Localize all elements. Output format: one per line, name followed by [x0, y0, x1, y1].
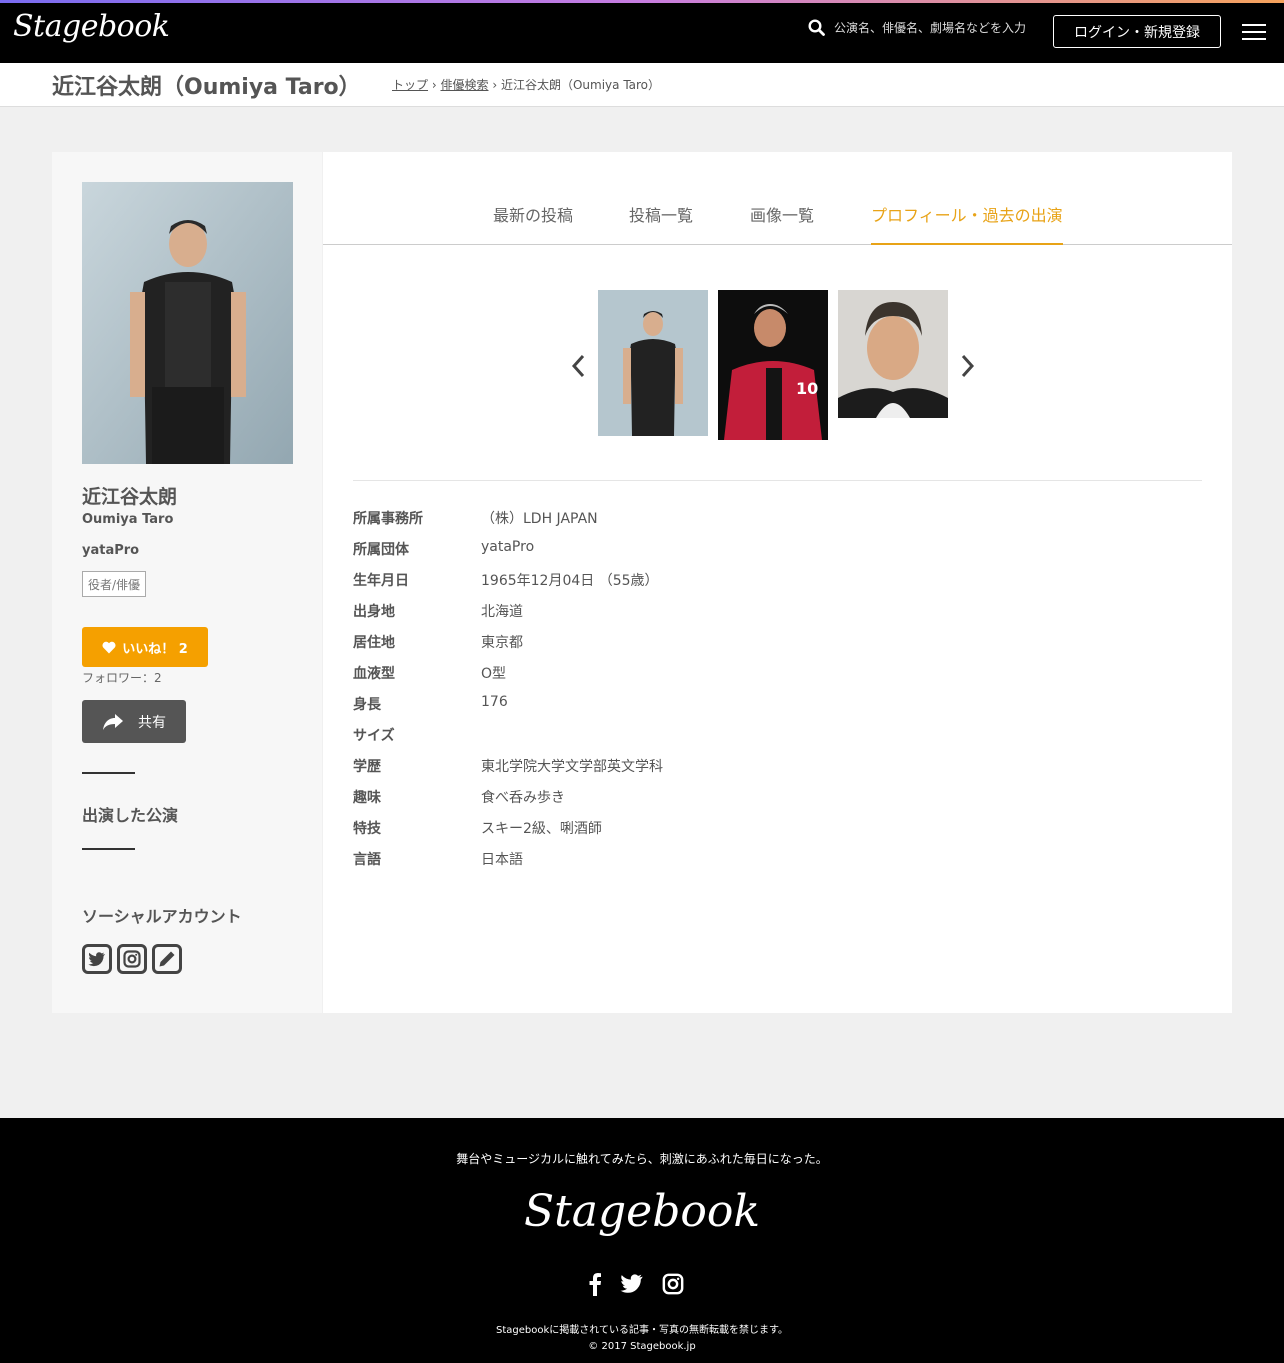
breadcrumb-separator: › [431, 78, 437, 92]
profile-key: 居住地 [353, 635, 395, 651]
footer: 舞台やミュージカルに触れてみたら、刺激にあふれた毎日になった。 Stageboo… [0, 1118, 1284, 1363]
profile-value: yataPro [481, 539, 535, 555]
blog-pen-icon[interactable] [152, 944, 182, 974]
search-input[interactable]: 公演名、俳優名、劇場名などを入力 [834, 19, 1026, 36]
gallery-divider [353, 480, 1202, 481]
search-icon[interactable] [808, 19, 825, 36]
profile-value: スキー2級、唎酒師 [481, 821, 602, 837]
gallery-thumbnail[interactable] [598, 290, 708, 436]
active-tab-underline [871, 243, 1063, 245]
share-button[interactable]: 共有 [82, 700, 186, 743]
profile-value: 日本語 [481, 852, 523, 868]
profile-value: （株）LDH JAPAN [481, 511, 598, 527]
social-accounts-heading: ソーシャルアカウント [82, 907, 242, 926]
section-divider [82, 848, 135, 850]
title-bar: 近江谷太朗（Oumiya Taro） トップ › 俳優検索 › 近江谷太朗（Ou… [0, 63, 1284, 107]
profile-key: 所属事務所 [353, 511, 423, 527]
twitter-icon[interactable] [82, 944, 112, 974]
profile-sidebar: 近江谷太朗 Oumiya Taro yataPro 役者/俳優 いいね！ 2 フ… [52, 152, 322, 1013]
like-label: いいね！ 2 [122, 641, 188, 657]
footer-logo[interactable]: Stagebook [0, 1186, 1284, 1237]
tab-post-list[interactable]: 投稿一覧 [629, 202, 693, 226]
profile-value: 1965年12月04日 （55歳） [481, 573, 659, 589]
copyright: © 2017 Stagebook.jp [588, 1341, 696, 1352]
section-divider [82, 772, 135, 774]
actor-group: yataPro [82, 543, 140, 558]
share-arrow-icon [103, 713, 123, 730]
profile-key: 生年月日 [353, 573, 409, 589]
social-accounts [82, 944, 182, 974]
profile-key: 血液型 [353, 666, 395, 682]
hamburger-menu-icon[interactable] [1242, 24, 1266, 42]
profile-value: O型 [481, 666, 507, 682]
follower-count: フォロワー：2 [82, 671, 162, 685]
top-navbar: Stagebook 公演名、俳優名、劇場名などを入力 ログイン・新規登録 [0, 0, 1284, 63]
facebook-icon[interactable] [588, 1272, 602, 1296]
profile-value: 176 [481, 694, 508, 710]
chevron-left-icon[interactable] [569, 352, 589, 380]
page-title: 近江谷太朗（Oumiya Taro） [52, 75, 361, 100]
performances-heading: 出演した公演 [82, 806, 179, 825]
header-gradient-stripe [0, 0, 1284, 3]
tab-latest-posts[interactable]: 最新の投稿 [493, 202, 573, 226]
profile-value: 東北学院大学文学部英文学科 [481, 759, 663, 775]
instagram-icon[interactable] [662, 1273, 684, 1295]
breadcrumb-separator: › [492, 78, 498, 92]
profile-key: 趣味 [353, 790, 381, 806]
breadcrumb-current: 近江谷太朗（Oumiya Taro） [500, 78, 661, 92]
svg-text:10: 10 [796, 379, 818, 398]
profile-key: 学歴 [353, 759, 381, 775]
site-logo[interactable]: Stagebook [13, 9, 170, 44]
copyright-notice: Stagebookに掲載されている記事・写真の無断転載を禁じます。 [496, 1325, 788, 1336]
footer-social-links [588, 1272, 684, 1296]
profile-key: 特技 [353, 821, 381, 837]
profile-tabs: 最新の投稿 投稿一覧 画像一覧 プロフィール・過去の出演 [323, 152, 1232, 245]
instagram-icon[interactable] [117, 944, 147, 974]
footer-tagline: 舞台やミュージカルに触れてみたら、刺激にあふれた毎日になった。 [456, 1152, 828, 1166]
main-content-panel: 最新の投稿 投稿一覧 画像一覧 プロフィール・過去の出演 10 所属事務所 （株… [323, 152, 1232, 1013]
chevron-right-icon[interactable] [957, 352, 977, 380]
profile-photo [82, 182, 293, 464]
profile-value: 東京都 [481, 635, 523, 651]
gallery-thumbnail[interactable] [838, 290, 948, 418]
heart-icon [102, 641, 116, 653]
actor-name-japanese: 近江谷太朗 [82, 486, 178, 508]
twitter-icon[interactable] [620, 1274, 644, 1294]
role-tag[interactable]: 役者/俳優 [82, 571, 147, 597]
actor-name-english: Oumiya Taro [82, 512, 174, 527]
login-signup-button[interactable]: ログイン・新規登録 [1053, 15, 1221, 48]
profile-value: 食べ呑み歩き [481, 790, 565, 806]
profile-key: 言語 [353, 852, 381, 868]
breadcrumb: トップ › 俳優検索 › 近江谷太朗（Oumiya Taro） [392, 76, 660, 93]
tab-profile-past-performances[interactable]: プロフィール・過去の出演 [871, 202, 1063, 226]
like-button[interactable]: いいね！ 2 [82, 627, 208, 667]
profile-key: 出身地 [353, 604, 395, 620]
gallery-thumbnail[interactable]: 10 [718, 290, 828, 440]
tab-image-list[interactable]: 画像一覧 [750, 202, 814, 226]
profile-key: 身長 [353, 697, 381, 713]
breadcrumb-actor-search-link[interactable]: 俳優検索 [440, 78, 488, 92]
search-box[interactable]: 公演名、俳優名、劇場名などを入力 [808, 19, 1026, 36]
profile-value: 北海道 [481, 604, 523, 620]
profile-key: サイズ [353, 728, 395, 744]
breadcrumb-top-link[interactable]: トップ [392, 78, 428, 92]
share-label: 共有 [138, 714, 166, 731]
profile-key: 所属団体 [353, 542, 409, 558]
